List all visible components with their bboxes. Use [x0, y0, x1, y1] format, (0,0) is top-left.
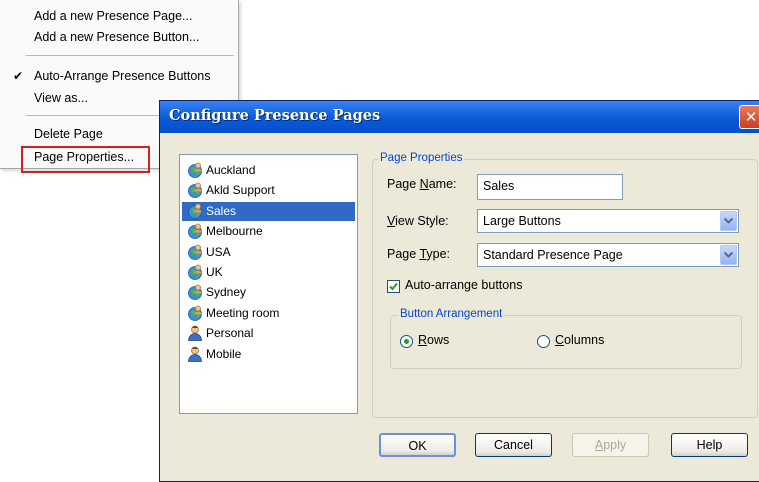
list-item-label: Sales [206, 203, 237, 218]
page-name-label: Page Name: [387, 177, 457, 191]
list-item-label: Akld Support [206, 183, 275, 198]
view-style-dropdown-button[interactable] [720, 211, 737, 231]
rows-label: Rows [418, 333, 450, 347]
page-type-select[interactable]: Standard Presence Page [477, 243, 739, 267]
globe-person-icon [188, 244, 202, 260]
globe-person-icon [188, 223, 202, 240]
close-button[interactable]: ✕ [739, 105, 759, 129]
page-type-label: Page Type: [387, 247, 451, 261]
help-button[interactable]: Help [671, 433, 748, 457]
cancel-button[interactable]: Cancel [475, 433, 552, 457]
list-item-label: Mobile [206, 346, 242, 361]
ok-button[interactable]: OK [379, 433, 456, 457]
person-icon [188, 325, 202, 342]
list-item[interactable]: Auckland [182, 161, 355, 180]
menu-item-auto-arrange[interactable]: ✔ Auto-Arrange Presence Buttons [0, 66, 238, 86]
page-name-input[interactable]: Sales [477, 174, 623, 200]
view-style-label: View Style: [387, 214, 449, 228]
list-item-label: Melbourne [206, 224, 263, 239]
view-style-value: Large Buttons [483, 214, 561, 228]
chevron-down-icon [724, 218, 733, 224]
configure-presence-pages-dialog: Configure Presence Pages ✕ Auckland Akld … [159, 100, 759, 482]
checkmark-icon: ✔ [13, 69, 24, 83]
person-icon [188, 346, 202, 362]
list-item-label: Personal [206, 326, 254, 341]
globe-person-icon [188, 264, 202, 280]
columns-radio[interactable] [537, 335, 550, 348]
checkmark-icon [389, 282, 398, 291]
view-style-select[interactable]: Large Buttons [477, 209, 739, 233]
page-type-dropdown-button[interactable] [720, 245, 737, 265]
list-item[interactable]: UK [182, 263, 355, 282]
rows-radio[interactable] [400, 335, 413, 348]
list-item[interactable]: Sales [182, 201, 355, 221]
list-item[interactable]: Personal [182, 324, 355, 343]
menu-item-label: View as... [34, 91, 88, 105]
button-arrangement-group: Button Arrangement Rows Columns [390, 308, 742, 369]
list-item-label: Auckland [206, 163, 256, 177]
page-properties-group: Page Properties Page Name: Sales View St… [372, 152, 758, 418]
list-item[interactable]: Meeting room [182, 304, 355, 323]
title-bar[interactable]: Configure Presence Pages ✕ [160, 101, 759, 133]
menu-item-label: Delete Page [34, 127, 103, 141]
list-item-label: USA [206, 244, 231, 259]
dialog-title: Configure Presence Pages [169, 107, 381, 124]
list-item[interactable]: Mobile [182, 345, 355, 364]
page-properties-legend: Page Properties [378, 152, 465, 164]
list-item[interactable]: USA [182, 243, 355, 262]
menu-separator [26, 55, 234, 56]
close-icon: ✕ [744, 108, 758, 126]
list-item[interactable]: Akld Support [182, 181, 355, 200]
menu-item-label: Auto-Arrange Presence Buttons [34, 69, 211, 83]
globe-person-icon [188, 284, 202, 301]
chevron-down-icon [724, 252, 733, 258]
globe-person-icon [188, 203, 202, 219]
auto-arrange-checkbox[interactable] [387, 280, 400, 293]
list-item[interactable]: Melbourne [182, 222, 355, 241]
page-list[interactable]: Auckland Akld Support Sales Melbourne USA UK S… [179, 154, 358, 414]
globe-person-icon [188, 182, 202, 199]
list-item[interactable]: Sydney [182, 283, 355, 302]
page-type-value: Standard Presence Page [483, 248, 623, 262]
radio-selected-dot [404, 339, 409, 344]
button-arrangement-legend: Button Arrangement [398, 308, 505, 320]
list-item-label: Meeting room [206, 305, 280, 320]
list-item-label: UK [206, 265, 223, 279]
globe-person-icon [188, 162, 202, 178]
menu-item-label: Add a new Presence Button... [34, 30, 200, 44]
apply-button[interactable]: Apply [572, 433, 649, 457]
globe-person-icon [188, 305, 202, 321]
menu-item-add-presence-button[interactable]: Add a new Presence Button... [0, 27, 238, 47]
menu-item-add-presence-page[interactable]: Add a new Presence Page... [0, 6, 238, 26]
menu-item-label: Add a new Presence Page... [34, 9, 193, 23]
list-item-label: Sydney [206, 285, 247, 300]
auto-arrange-label: Auto-arrange buttons [405, 278, 523, 292]
columns-label: Columns [555, 333, 605, 347]
highlight-box [21, 146, 150, 173]
